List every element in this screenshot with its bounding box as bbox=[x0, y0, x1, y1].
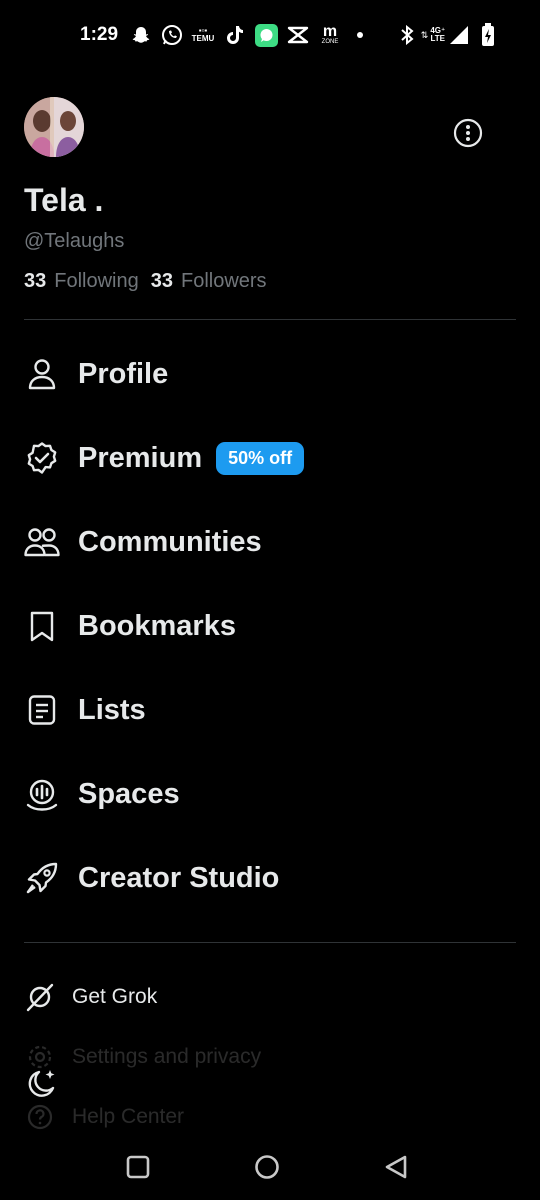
help-icon bbox=[24, 1101, 56, 1133]
back-button[interactable] bbox=[380, 1151, 412, 1183]
bluetooth-icon bbox=[398, 22, 416, 48]
battery-icon bbox=[478, 22, 498, 48]
recents-button[interactable] bbox=[122, 1151, 154, 1183]
moon-sparkle-icon bbox=[28, 1070, 55, 1097]
back-icon bbox=[385, 1155, 407, 1179]
divider-bottom bbox=[24, 942, 516, 943]
status-bar: 1:29 ▪▫▪ TEMU m ZONE ⇅ 4G⁺ LTE bbox=[0, 0, 540, 70]
following-label: Following bbox=[54, 270, 139, 292]
more-vertical-icon bbox=[453, 118, 483, 148]
home-button[interactable] bbox=[251, 1151, 283, 1183]
more-options-button[interactable] bbox=[452, 117, 484, 149]
mzone-sub: ZONE bbox=[321, 38, 339, 45]
status-time: 1:29 bbox=[80, 24, 119, 45]
following-link[interactable]: 33 Following bbox=[24, 270, 139, 293]
menu-item-get-grok[interactable]: Get Grok bbox=[24, 977, 157, 1017]
menu-item-communities[interactable]: Communities bbox=[24, 518, 262, 566]
menu-item-lists[interactable]: Lists bbox=[24, 686, 146, 734]
menu-label-profile: Profile bbox=[78, 357, 169, 390]
following-count: 33 bbox=[24, 270, 47, 292]
follow-stats: 33 Following 33 Followers bbox=[24, 270, 267, 293]
followers-count: 33 bbox=[150, 270, 173, 292]
whatsapp-icon bbox=[160, 22, 184, 48]
mzone-icon: m ZONE bbox=[318, 22, 342, 48]
menu-item-profile[interactable]: Profile bbox=[24, 350, 168, 398]
handle: @Telaughs bbox=[24, 230, 125, 252]
menu-label-lists: Lists bbox=[78, 693, 146, 726]
bookmark-icon bbox=[24, 608, 60, 644]
mzone-text: m bbox=[322, 22, 338, 40]
person-icon bbox=[24, 356, 60, 392]
menu-label-communities: Communities bbox=[78, 525, 262, 558]
snapchat-icon bbox=[130, 22, 152, 48]
spaces-icon bbox=[24, 776, 60, 812]
avatar[interactable] bbox=[24, 97, 84, 157]
menu-item-spaces[interactable]: Spaces bbox=[24, 770, 180, 818]
menu-label-bookmarks: Bookmarks bbox=[78, 609, 236, 642]
communities-icon bbox=[24, 524, 60, 560]
capcut-icon bbox=[286, 22, 310, 48]
followers-label: Followers bbox=[180, 270, 267, 292]
verified-badge-icon bbox=[24, 440, 60, 476]
home-icon bbox=[255, 1155, 279, 1179]
system-nav-bar bbox=[0, 1135, 540, 1200]
menu-label-creator-studio: Creator Studio bbox=[78, 861, 280, 894]
list-icon bbox=[24, 692, 60, 728]
menu-item-premium[interactable]: Premium 50% off bbox=[24, 434, 305, 482]
menu-label-settings: Settings and privacy bbox=[72, 1045, 262, 1068]
menu-label-spaces: Spaces bbox=[78, 777, 180, 810]
menu-item-creator-studio[interactable]: Creator Studio bbox=[24, 854, 279, 902]
menu-label-help: Help Center bbox=[72, 1105, 185, 1128]
followers-link[interactable]: 33 Followers bbox=[151, 270, 267, 293]
temu-icon: ▪▫▪ TEMU bbox=[191, 26, 215, 43]
theme-toggle-button[interactable] bbox=[24, 1066, 60, 1102]
grok-icon bbox=[24, 981, 56, 1013]
signal-icon bbox=[448, 22, 470, 48]
premium-discount-badge: 50% off bbox=[216, 441, 305, 475]
rocket-icon bbox=[24, 860, 60, 896]
tiktok-icon bbox=[224, 22, 246, 48]
display-name[interactable]: Tela . bbox=[24, 182, 103, 219]
messages-icon bbox=[254, 22, 278, 48]
lte-icon: ⇅ 4G⁺ LTE bbox=[420, 26, 446, 43]
divider-top bbox=[24, 319, 516, 320]
dot-icon bbox=[354, 22, 366, 48]
network-bottom: LTE bbox=[430, 34, 446, 43]
menu-item-bookmarks[interactable]: Bookmarks bbox=[24, 602, 236, 650]
temu-text: TEMU bbox=[191, 34, 215, 43]
menu-label-get-grok: Get Grok bbox=[72, 985, 158, 1008]
menu-label-premium: Premium bbox=[78, 441, 203, 474]
recents-icon bbox=[126, 1155, 150, 1179]
menu-item-help[interactable]: Help Center bbox=[24, 1097, 184, 1137]
